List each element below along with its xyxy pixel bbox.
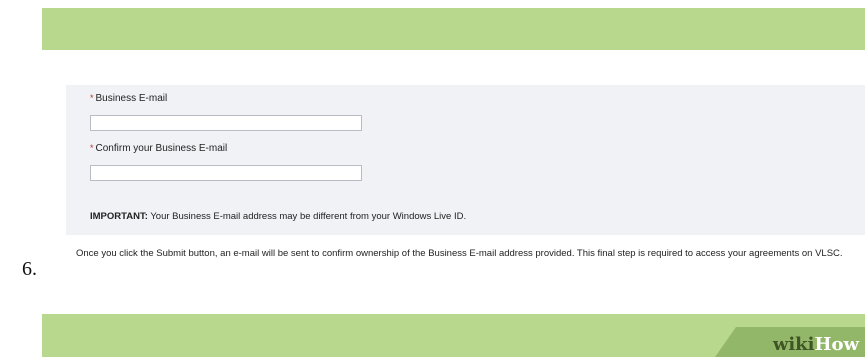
wikihow-logo-how: How: [814, 334, 859, 355]
important-text: Your Business E-mail address may be diff…: [150, 211, 467, 222]
business-email-field[interactable]: [90, 115, 362, 131]
step-number: 6.: [22, 258, 37, 280]
wikihow-logo-wiki: wiki: [772, 334, 815, 355]
wikihow-logo: wikiHow: [773, 334, 859, 355]
required-marker: *: [90, 143, 94, 153]
important-prefix: IMPORTANT:: [90, 211, 148, 222]
important-notice: IMPORTANT: Your Business E-mail address …: [90, 211, 466, 222]
submit-info-text: Once you click the Submit button, an e-m…: [76, 248, 843, 259]
confirm-email-label-text: Confirm your Business E-mail: [95, 143, 228, 154]
bottom-green-band: wikiHow: [42, 314, 865, 357]
business-email-label: * Business E-mail: [90, 93, 167, 104]
top-green-band: [42, 8, 865, 50]
business-email-label-text: Business E-mail: [95, 93, 168, 104]
confirm-email-label: * Confirm your Business E-mail: [90, 143, 227, 154]
email-form-panel: * Business E-mail * Confirm your Business …: [66, 85, 865, 235]
required-marker: *: [90, 93, 94, 103]
confirm-email-field[interactable]: [90, 165, 362, 181]
